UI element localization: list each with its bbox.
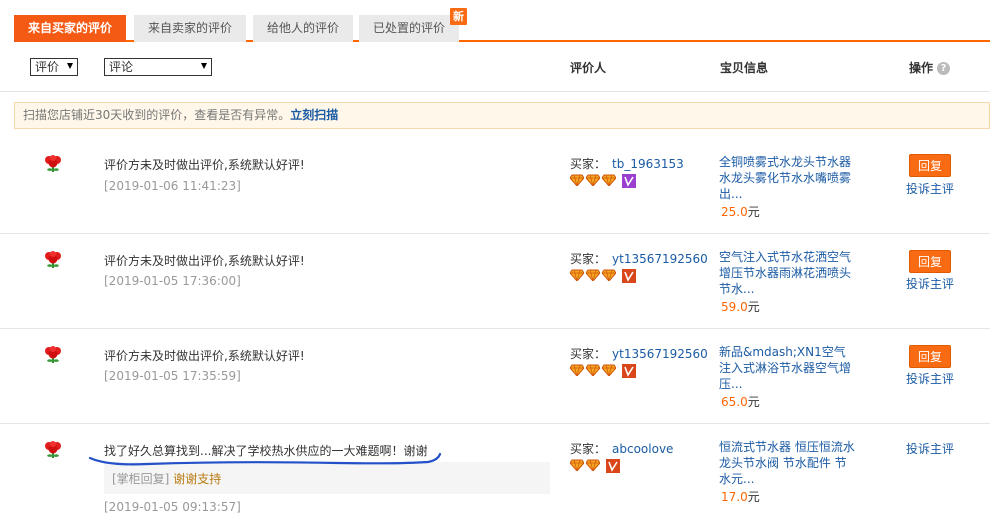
buyer-info: 买家： yt13567192560 xyxy=(570,345,708,362)
review-date: [2019-01-06 11:41:23] xyxy=(104,179,241,193)
diamond-icon xyxy=(586,269,600,281)
diamond-icon xyxy=(602,364,616,376)
diamond-icon xyxy=(570,459,584,471)
item-price: 17.0元 xyxy=(721,488,760,505)
review-date: [2019-01-05 17:36:00] xyxy=(104,274,241,288)
complain-link[interactable]: 投诉主评 xyxy=(906,180,954,197)
diamond-icon xyxy=(602,174,616,186)
buyer-label: 买家： xyxy=(570,442,607,456)
vip-icon xyxy=(622,364,636,378)
reviewer-column-header: 评价人 xyxy=(570,61,607,75)
scan-notice-text: 扫描您店铺近30天收到的评价，查看是否有异常。 xyxy=(23,108,291,122)
caret-down-icon xyxy=(67,63,73,69)
flower-icon xyxy=(45,251,61,268)
diamond-icon xyxy=(586,174,600,186)
item-column-header: 宝贝信息 xyxy=(720,61,769,75)
review-comment: 评价方未及时做出评价,系统默认好评! xyxy=(104,349,305,363)
flower-icon xyxy=(45,155,61,172)
vip-icon xyxy=(606,459,620,473)
price-currency: 元 xyxy=(747,300,760,314)
review-comment: 评价方未及时做出评价,系统默认好评! xyxy=(104,254,305,268)
diamond-icon xyxy=(570,364,584,376)
buyer-link[interactable]: tb_1963153 xyxy=(612,157,684,171)
buyer-badges xyxy=(570,364,636,378)
diamond-icon xyxy=(570,269,584,281)
action-column-label: 操作 xyxy=(909,61,934,75)
buyer-link[interactable]: abcoolove xyxy=(612,442,673,456)
item-link[interactable]: 恒流式节水器 恒压恒流水龙头节水阀 节水配件 节水元... xyxy=(719,439,855,487)
diamond-icon xyxy=(602,269,616,281)
item-price: 65.0元 xyxy=(721,393,760,410)
price-value: 25.0 xyxy=(721,205,748,219)
table-header: 评价 评论 评价人 宝贝信息 操作? xyxy=(0,52,990,92)
item-link[interactable]: 全铜喷雾式水龙头节水器 水龙头雾化节水水嘴喷雾出... xyxy=(719,154,855,202)
tab-from-sellers[interactable]: 来自卖家的评价 xyxy=(134,15,246,42)
review-row: 评价方未及时做出评价,系统默认好评! [2019-01-06 11:41:23]… xyxy=(0,138,990,234)
diamond-icon xyxy=(570,174,584,186)
tab-bar: 来自买家的评价 来自卖家的评价 给他人的评价 已处置的评价 新 xyxy=(14,8,990,42)
buyer-info: 买家： yt13567192560 xyxy=(570,250,708,267)
buyer-label: 买家： xyxy=(570,157,607,171)
new-badge: 新 xyxy=(450,8,467,25)
price-value: 17.0 xyxy=(721,490,748,504)
tab-handled[interactable]: 已处置的评价 xyxy=(359,15,459,42)
rating-filter-value: 评价 xyxy=(35,60,60,74)
seller-reply-text: 谢谢支持 xyxy=(173,472,222,486)
review-comment: 评价方未及时做出评价,系统默认好评! xyxy=(104,158,305,172)
tab-from-buyers[interactable]: 来自买家的评价 xyxy=(14,15,126,42)
review-date: [2019-01-05 09:13:57] xyxy=(104,500,241,514)
buyer-info: 买家： tb_1963153 xyxy=(570,155,684,172)
buyer-label: 买家： xyxy=(570,347,607,361)
comment-filter-value: 评论 xyxy=(109,60,134,74)
price-currency: 元 xyxy=(747,205,760,219)
buyer-badges xyxy=(570,174,636,188)
buyer-badges xyxy=(570,269,636,283)
buyer-link[interactable]: yt13567192560 xyxy=(612,347,708,361)
review-date: [2019-01-05 17:35:59] xyxy=(104,369,241,383)
price-currency: 元 xyxy=(747,395,760,409)
buyer-link[interactable]: yt13567192560 xyxy=(612,252,708,266)
vip-icon xyxy=(622,269,636,283)
scan-notice: 扫描您店铺近30天收到的评价，查看是否有异常。立刻扫描 xyxy=(14,102,990,129)
diamond-icon xyxy=(586,459,600,471)
complain-link[interactable]: 投诉主评 xyxy=(906,440,954,457)
item-price: 25.0元 xyxy=(721,203,760,220)
seller-reply-label: [掌柜回复] xyxy=(112,472,170,486)
scan-now-link[interactable]: 立刻扫描 xyxy=(290,108,338,122)
item-price: 59.0元 xyxy=(721,298,760,315)
price-value: 59.0 xyxy=(721,300,748,314)
help-icon[interactable]: ? xyxy=(937,62,951,75)
buyer-label: 买家： xyxy=(570,252,607,266)
item-link[interactable]: 空气注入式节水花洒空气增压节水器雨淋花洒喷头节水... xyxy=(719,249,855,297)
vip-icon xyxy=(622,174,636,188)
item-link[interactable]: 新品&mdash;XN1空气注入式淋浴节水器空气增压... xyxy=(719,344,855,392)
flower-icon xyxy=(45,346,61,363)
caret-down-icon xyxy=(201,63,207,69)
complain-link[interactable]: 投诉主评 xyxy=(906,275,954,292)
reply-button[interactable]: 回复 xyxy=(909,154,951,177)
buyer-badges xyxy=(570,459,620,473)
reply-button[interactable]: 回复 xyxy=(909,345,951,368)
flower-icon xyxy=(45,441,61,458)
diamond-icon xyxy=(586,364,600,376)
review-row: 评价方未及时做出评价,系统默认好评! [2019-01-05 17:35:59]… xyxy=(0,329,990,424)
review-row: 评价方未及时做出评价,系统默认好评! [2019-01-05 17:36:00]… xyxy=(0,234,990,329)
action-column-header: 操作? xyxy=(909,59,951,76)
price-currency: 元 xyxy=(747,490,760,504)
buyer-info: 买家： abcoolove xyxy=(570,440,673,457)
reply-button[interactable]: 回复 xyxy=(909,250,951,273)
price-value: 65.0 xyxy=(721,395,748,409)
tab-given-to-others[interactable]: 给他人的评价 xyxy=(253,15,353,42)
hand-drawn-underline xyxy=(88,452,442,466)
rating-filter-select[interactable]: 评价 xyxy=(30,58,78,76)
complain-link[interactable]: 投诉主评 xyxy=(906,370,954,387)
comment-filter-select[interactable]: 评论 xyxy=(104,58,212,76)
